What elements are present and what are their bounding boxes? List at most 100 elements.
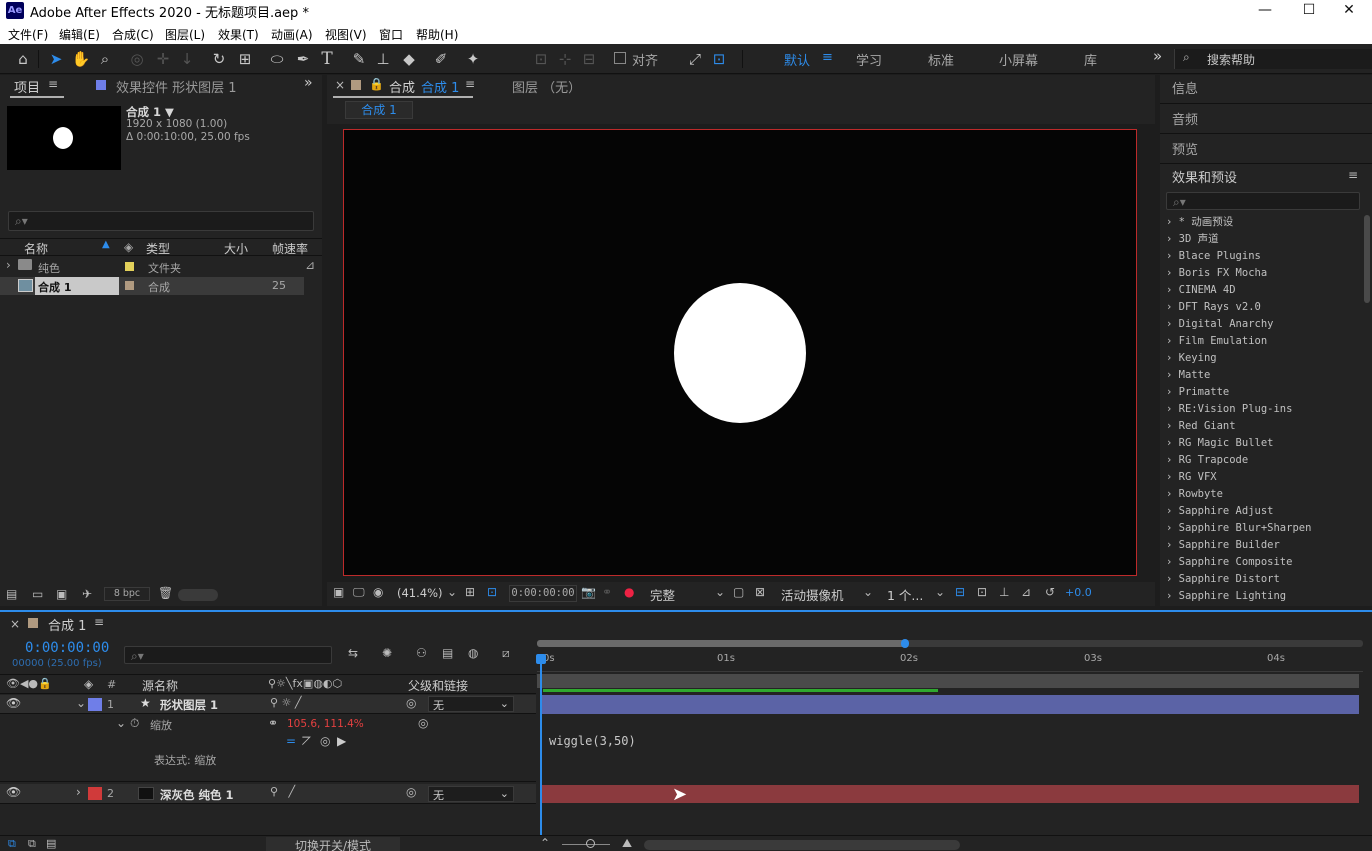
- layer-switches-icon[interactable]: ⚲ ☼ ╱: [270, 696, 302, 709]
- current-time-indicator[interactable]: [540, 662, 542, 836]
- info-panel-header[interactable]: 信息: [1160, 75, 1372, 104]
- layer-row[interactable]: 👁 › 2 深灰色 纯色 1 ⚲ ╱ ◎ 无 ⌄: [0, 784, 536, 804]
- workspace-library[interactable]: 库: [1084, 50, 1097, 69]
- audio-panel-header[interactable]: 音频: [1160, 105, 1372, 134]
- effects-category[interactable]: › Sapphire Lighting: [1166, 588, 1286, 605]
- views-dropdown[interactable]: 1 个...: [887, 585, 923, 604]
- expression-text-field[interactable]: wiggle(3,50): [549, 734, 636, 748]
- visibility-eye-icon[interactable]: 👁: [6, 696, 21, 710]
- effects-category[interactable]: › Sapphire Blur+Sharpen: [1166, 520, 1311, 537]
- column-source-name[interactable]: 源名称: [142, 677, 178, 694]
- effects-category[interactable]: › Film Emulation: [1166, 333, 1267, 350]
- thumbnail-slider[interactable]: [178, 589, 218, 601]
- effects-category[interactable]: › Sapphire Composite: [1166, 554, 1292, 571]
- project-search-input[interactable]: ⌕▾: [8, 211, 314, 231]
- effects-search-input[interactable]: ⌕▾: [1166, 192, 1360, 210]
- work-area-bar[interactable]: [537, 639, 1363, 648]
- pick-whip-icon[interactable]: ◎: [418, 716, 428, 730]
- draft-3d-icon[interactable]: ✺: [382, 646, 392, 660]
- effects-category[interactable]: › RG Magic Bullet: [1166, 435, 1273, 452]
- timeline-icon[interactable]: ⊥: [999, 585, 1009, 599]
- tab-layer[interactable]: 图层 （无）: [512, 77, 581, 96]
- menu-animation[interactable]: 动画(A): [271, 26, 313, 43]
- reset-exposure-icon[interactable]: ↺: [1045, 585, 1055, 599]
- comp-mini-flowchart-icon[interactable]: ⇆: [348, 646, 358, 660]
- flowchart-icon[interactable]: ⊿: [1021, 585, 1031, 599]
- effects-presets-header[interactable]: 效果和预设 ≡: [1160, 165, 1372, 189]
- effects-category[interactable]: › RE:Vision Plug-ins: [1166, 401, 1292, 418]
- timeline-menu-icon[interactable]: ≡: [94, 615, 104, 629]
- clone-stamp-icon[interactable]: ⊥: [372, 48, 394, 70]
- new-comp-icon[interactable]: ▣: [56, 587, 67, 601]
- layer-name[interactable]: 深灰色 纯色 1: [160, 787, 234, 803]
- collapse-chevron-icon[interactable]: ⌄: [116, 716, 126, 730]
- always-preview-icon[interactable]: ▣: [333, 585, 344, 599]
- playhead-handle[interactable]: [536, 654, 546, 664]
- parent-dropdown[interactable]: 无 ⌄: [428, 786, 514, 802]
- workspace-default[interactable]: 默认: [784, 50, 810, 69]
- scale-property-row[interactable]: ⌄ ⏱ 缩放 ⚭ 105.6, 111.4% ◎: [0, 715, 536, 733]
- expression-enable-icon[interactable]: =: [286, 734, 296, 748]
- graph-editor-icon[interactable]: ⧄: [502, 646, 510, 661]
- layer-switches-icon[interactable]: ⚲ ╱: [270, 785, 295, 798]
- zoom-dropdown[interactable]: (41.4%): [397, 586, 443, 600]
- zoom-tool-icon[interactable]: ⌕: [94, 48, 116, 70]
- ellipse-tool-icon[interactable]: ⬭: [266, 48, 288, 70]
- pen-tool-icon[interactable]: ✒: [292, 48, 314, 70]
- layer-switches-toggle-icon[interactable]: ⧉: [8, 837, 16, 851]
- pixel-aspect-icon[interactable]: ⊟: [955, 585, 965, 599]
- row-label-swatch[interactable]: [125, 262, 134, 271]
- timeline-scrollbar[interactable]: [644, 840, 960, 850]
- switches-icon[interactable]: ⚲☼╲fx▣◍◐⬡: [268, 677, 342, 690]
- effects-category[interactable]: › Sapphire Builder: [1166, 537, 1280, 554]
- mask-icon[interactable]: ◉: [373, 585, 383, 599]
- label-column-icon[interactable]: ◈: [124, 240, 133, 254]
- channel-icon[interactable]: ●: [624, 585, 634, 599]
- effects-category[interactable]: › RG VFX: [1166, 469, 1217, 486]
- viewer-area[interactable]: [327, 124, 1155, 582]
- zoom-slider-thumb[interactable]: [586, 839, 595, 848]
- row-label-swatch[interactable]: [125, 281, 134, 290]
- scale-value[interactable]: 105.6, 111.4%: [287, 718, 364, 730]
- effects-category[interactable]: › Digital Anarchy: [1166, 316, 1273, 333]
- trash-icon[interactable]: 🗑: [158, 586, 173, 600]
- frame-blending-icon[interactable]: ▤: [442, 646, 453, 660]
- close-tab-icon[interactable]: ×: [10, 617, 20, 631]
- panel-overflow-icon[interactable]: »: [304, 75, 313, 91]
- av-features-icon[interactable]: 👁◀●🔒: [6, 677, 52, 690]
- project-row[interactable]: › 纯色 文件夹 ⊿: [0, 258, 322, 276]
- minimize-button[interactable]: —: [1242, 0, 1288, 22]
- transfer-controls-icon[interactable]: ⧉: [28, 837, 36, 851]
- menu-edit[interactable]: 编辑(E): [59, 26, 100, 43]
- effects-category[interactable]: › CINEMA 4D: [1166, 282, 1236, 299]
- layer-label-swatch[interactable]: [88, 787, 102, 800]
- layer-label-swatch[interactable]: [88, 698, 102, 711]
- monitor-icon[interactable]: 🖵: [353, 585, 365, 600]
- current-timecode[interactable]: 0:00:00:00: [25, 640, 109, 656]
- expression-pickwhip-icon[interactable]: ◎: [320, 734, 330, 748]
- white-ellipse-shape[interactable]: [674, 283, 806, 423]
- comp-name-dropdown[interactable]: 合成 1: [421, 77, 459, 96]
- effects-category[interactable]: › Blace Plugins: [1166, 248, 1261, 265]
- layer-row[interactable]: 👁 ⌄ 1 ★ 形状图层 1 ⚲ ☼ ╱ ◎ 无 ⌄: [0, 695, 536, 714]
- selection-tool-icon[interactable]: ➤: [45, 48, 67, 70]
- zoom-out-icon[interactable]: ⌃: [540, 836, 550, 850]
- tab-project[interactable]: 项目: [14, 77, 40, 96]
- shy-layers-icon[interactable]: ⚇: [416, 646, 427, 660]
- stopwatch-icon[interactable]: ⏱: [130, 716, 139, 731]
- menu-file[interactable]: 文件(F): [8, 26, 48, 43]
- interpret-footage-icon[interactable]: ▤: [6, 587, 17, 601]
- toggle-switches-modes-button[interactable]: 切换开关/模式: [266, 837, 400, 851]
- pick-whip-icon[interactable]: ◎: [406, 696, 416, 710]
- snap-option-icon[interactable]: ⤢: [684, 48, 706, 70]
- new-folder-icon[interactable]: ▭: [32, 587, 43, 601]
- preview-panel-header[interactable]: 预览: [1160, 135, 1372, 164]
- motion-blur-icon[interactable]: ◍: [468, 646, 478, 660]
- label-column-icon[interactable]: ◈: [84, 677, 93, 691]
- layer-duration-bar[interactable]: [541, 785, 1359, 803]
- column-parent[interactable]: 父级和链接: [408, 677, 468, 694]
- region-of-interest-icon[interactable]: ▢: [733, 585, 744, 599]
- snap-feature-icon[interactable]: ⊡: [708, 48, 730, 70]
- effects-category[interactable]: › Sapphire Distort: [1166, 571, 1280, 588]
- column-number[interactable]: #: [107, 678, 116, 691]
